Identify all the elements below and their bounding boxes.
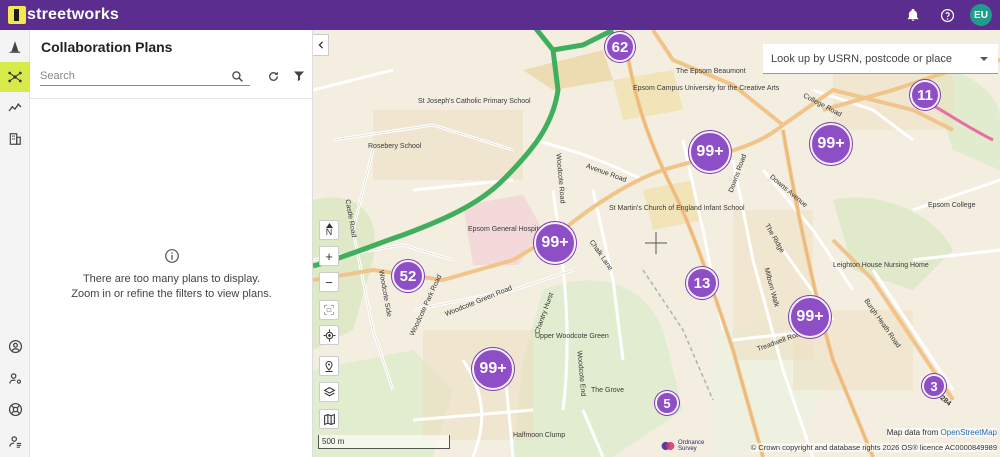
basemap-button[interactable] <box>319 409 339 429</box>
plan-cluster-marker[interactable]: 99+ <box>810 123 852 165</box>
plan-cluster-marker[interactable]: 52 <box>392 260 424 292</box>
map-view[interactable]: St Joseph's Catholic Primary School Rose… <box>313 30 1000 457</box>
map-center-crosshair-icon <box>645 232 667 254</box>
search-icon[interactable] <box>228 67 246 85</box>
logo-text: streetworks <box>27 6 120 23</box>
analytics-chart-icon[interactable] <box>0 92 30 122</box>
os-logo-line-2: Survey <box>678 446 697 452</box>
plan-cluster-marker[interactable]: 99+ <box>472 348 514 390</box>
zoom-in-button[interactable]: + <box>319 246 339 266</box>
user-avatar[interactable]: EU <box>970 4 992 26</box>
layers-icon <box>323 386 335 396</box>
fit-extent-icon <box>324 305 334 315</box>
collaboration-network-icon[interactable] <box>0 62 30 92</box>
map-scale-bar: 500 m <box>318 435 450 449</box>
nav-rail <box>0 30 30 457</box>
admin-user-icon[interactable] <box>0 426 30 456</box>
place-label: Epsom Campus University for the Creative… <box>633 85 780 92</box>
collapse-panel-button[interactable] <box>313 34 329 56</box>
location-lookup[interactable] <box>763 44 998 74</box>
place-label: St Martin's Church of England Infant Sch… <box>609 205 745 212</box>
openstreetmap-link[interactable]: OpenStreetMap <box>941 428 997 437</box>
place-label: Epsom General Hospital <box>468 226 544 233</box>
ordnance-survey-logo: Ordnance Survey <box>661 440 704 452</box>
place-label: Halfmoon Clump <box>513 432 566 439</box>
folded-map-icon <box>323 413 335 425</box>
organisation-building-icon[interactable] <box>0 124 30 154</box>
empty-state-line-2: Zoom in or refine the filters to view pl… <box>71 288 272 300</box>
place-label: Epsom College <box>928 202 976 209</box>
panel-title: Collaboration Plans <box>41 39 173 55</box>
layers-button[interactable] <box>319 382 339 402</box>
empty-state-message: There are too many plans to display. Zoo… <box>30 248 313 302</box>
place-label: St Joseph's Catholic Primary School <box>418 98 531 105</box>
attribution-prefix: Map data from <box>886 428 939 437</box>
map-pin-icon <box>325 360 333 372</box>
zoom-out-button[interactable]: − <box>319 272 339 292</box>
plan-cluster-marker[interactable]: 62 <box>605 32 635 62</box>
top-bar: streetworks EU <box>0 0 1000 30</box>
map-attribution: Map data from OpenStreetMap <box>886 428 997 437</box>
panel-divider <box>30 98 313 99</box>
account-circle-icon[interactable] <box>0 331 30 361</box>
info-icon <box>164 249 179 263</box>
refresh-icon[interactable] <box>264 67 282 85</box>
filter-icon[interactable] <box>290 67 308 85</box>
place-label: The Grove <box>591 387 625 394</box>
lookup-input[interactable] <box>771 50 971 68</box>
crosshair-location-icon <box>323 329 335 341</box>
help-icon[interactable] <box>936 4 958 26</box>
place-label: Rosebery School <box>368 143 422 150</box>
search-input[interactable] <box>40 66 250 86</box>
chevron-left-icon <box>317 41 323 49</box>
plan-cluster-marker[interactable]: 99+ <box>789 296 831 338</box>
logo-digit-box <box>8 6 26 24</box>
north-compass-button[interactable]: N <box>319 220 339 240</box>
collaboration-plans-panel: Collaboration Plans There are too many p… <box>30 30 313 457</box>
plan-cluster-marker[interactable]: 3 <box>922 374 946 398</box>
user-settings-icon[interactable] <box>0 363 30 393</box>
my-location-button[interactable] <box>319 325 339 345</box>
os-logo-icon <box>661 441 675 451</box>
streetworks-logo[interactable]: streetworks <box>8 6 119 24</box>
empty-state-line-1: There are too many plans to display. <box>82 273 261 285</box>
plan-cluster-marker[interactable]: 5 <box>655 391 679 415</box>
plan-cluster-marker[interactable]: 99+ <box>689 131 731 173</box>
plan-cluster-marker[interactable]: 11 <box>910 80 940 110</box>
fit-extent-button[interactable] <box>319 300 339 320</box>
crown-copyright: © Crown copyright and database rights 20… <box>750 443 997 452</box>
support-lifebuoy-icon[interactable] <box>0 394 30 424</box>
bell-icon[interactable] <box>902 4 924 26</box>
drop-pin-button[interactable] <box>319 356 339 376</box>
plan-cluster-marker[interactable]: 13 <box>686 267 718 299</box>
north-label: N <box>325 227 333 237</box>
dropdown-caret-icon[interactable] <box>980 57 988 61</box>
works-cone-icon[interactable] <box>0 32 30 62</box>
place-label: The Epsom Beaumont <box>676 68 746 75</box>
place-label: Leighton House Nursing Home <box>833 262 929 269</box>
search-row <box>40 66 304 88</box>
plan-cluster-marker[interactable]: 99+ <box>534 222 576 264</box>
place-label: Upper Woodcote Green <box>535 333 609 340</box>
